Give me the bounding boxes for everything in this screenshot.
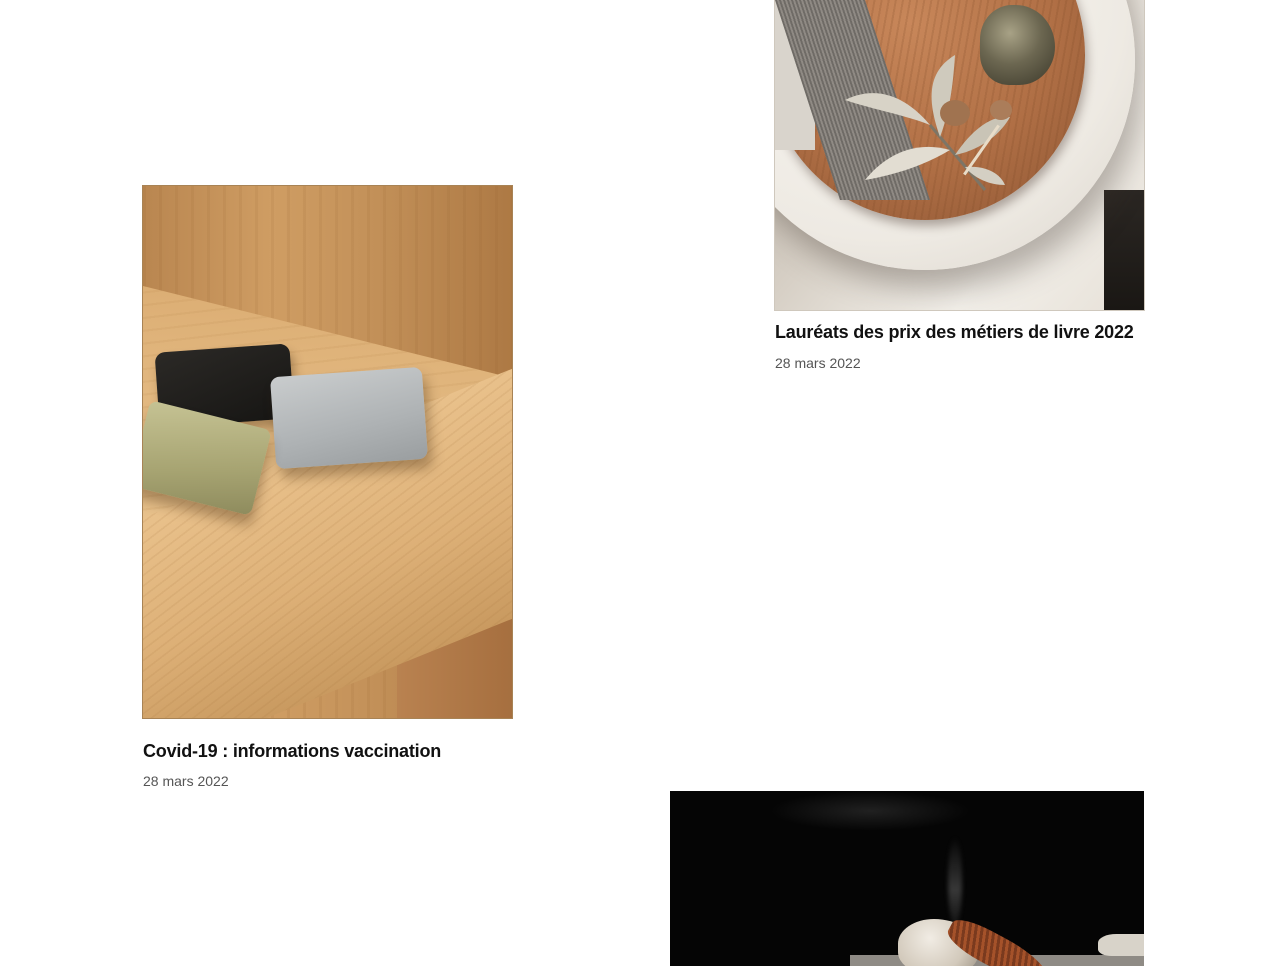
article-image-covid[interactable] [142,185,513,719]
resin-piece [940,100,970,126]
article-date: 28 mars 2022 [143,773,229,789]
sage-branch [845,55,1010,191]
smoke-haze [770,791,970,831]
incense-smoke [948,836,962,926]
article-image-laureats[interactable] [774,0,1145,311]
article-date: 28 mars 2022 [775,355,861,371]
grey-soap [269,366,429,470]
image-shadow [1104,190,1144,310]
article-title-covid[interactable]: Covid-19 : informations vaccination [143,740,441,762]
article-image-incense[interactable] [670,791,1144,966]
resin-piece [990,100,1012,120]
article-title-laureats[interactable]: Lauréats des prix des métiers de livre 2… [775,321,1134,343]
linen-cloth [1098,934,1144,956]
